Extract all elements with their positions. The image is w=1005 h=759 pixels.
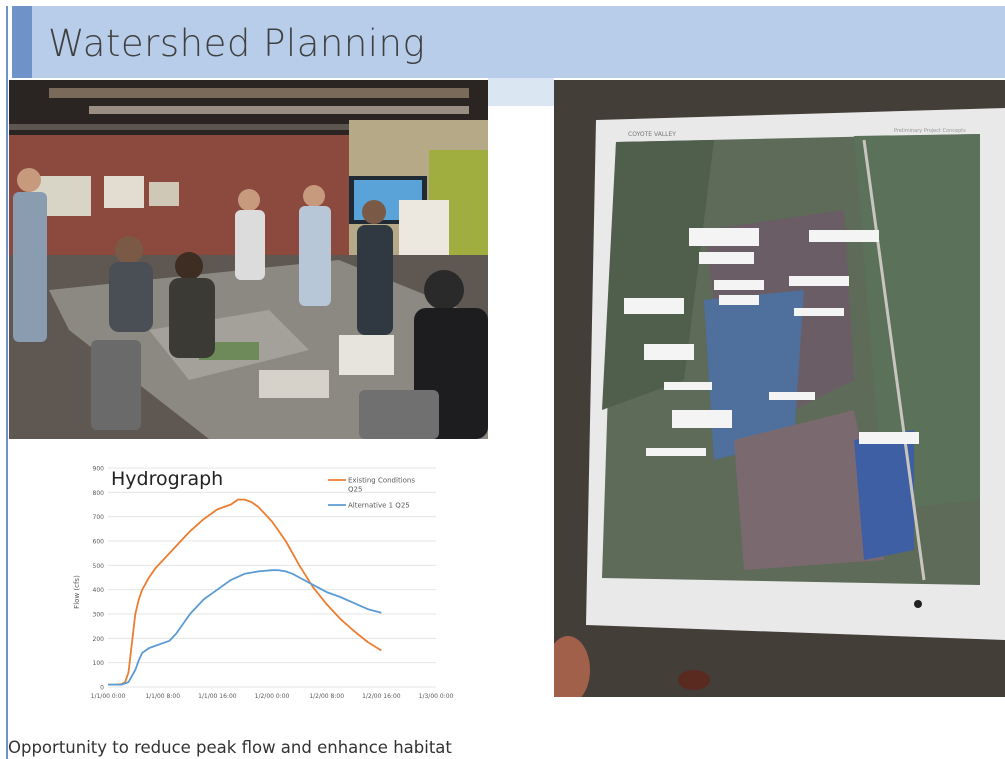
x-tick-labels: 1/1/00 0:00 1/1/00 8:00 1/1/00 16:00 1/2/00… bbox=[91, 693, 454, 700]
legend-label: Existing Conditions Q25 bbox=[348, 477, 415, 494]
chart-legend: Existing Conditions Q25 Alternative 1 Q25 bbox=[328, 477, 415, 510]
series-line-2 bbox=[108, 569, 382, 686]
y-axis-label: Flow (cfs) bbox=[73, 575, 81, 609]
title-bar-stub bbox=[488, 78, 554, 106]
x-tick-label: 1/2/00 16:00 bbox=[362, 693, 401, 700]
x-tick-label: 1/1/00 0:00 bbox=[91, 693, 126, 700]
y-tick-label: 700 bbox=[93, 514, 105, 521]
y-tick-label: 400 bbox=[93, 587, 105, 594]
y-tick-label: 100 bbox=[93, 660, 105, 667]
hydrograph-chart: 0 100 200 300 400 500 600 700 800 900 1/1/00 0:00… bbox=[66, 458, 458, 710]
map-header: COYOTE VALLEY bbox=[628, 131, 676, 138]
y-tick-label: 300 bbox=[93, 612, 105, 619]
y-tick-labels: 0 100 200 300 400 500 600 700 800 900 bbox=[93, 466, 105, 692]
series-line-1 bbox=[108, 498, 382, 686]
y-tick-label: 0 bbox=[100, 685, 104, 692]
slide-left-rule bbox=[6, 6, 8, 759]
y-tick-label: 500 bbox=[93, 563, 105, 570]
chart-series bbox=[108, 498, 382, 686]
slide-title: Watershed Planning bbox=[48, 22, 426, 65]
x-tick-label: 1/1/00 16:00 bbox=[198, 693, 237, 700]
slide-caption: Opportunity to reduce peak flow and enha… bbox=[8, 738, 452, 757]
x-tick-label: 1/2/00 0:00 bbox=[255, 693, 290, 700]
hydrograph-svg: 0 100 200 300 400 500 600 700 800 900 1/1/00 0:00… bbox=[73, 466, 454, 701]
y-tick-label: 900 bbox=[93, 466, 105, 473]
title-accent bbox=[12, 6, 32, 78]
y-tick-label: 200 bbox=[93, 636, 105, 643]
x-tick-label: 1/1/00 8:00 bbox=[145, 693, 180, 700]
map-header-right: Preliminary Project Concepts bbox=[894, 128, 966, 134]
legend-label: Alternative 1 Q25 bbox=[348, 502, 410, 510]
chart-title: Hydrograph bbox=[111, 468, 223, 490]
map-photo: COYOTE VALLEY Preliminary Project Concep… bbox=[554, 80, 1005, 697]
meeting-photo-illustration bbox=[9, 80, 488, 439]
y-tick-label: 800 bbox=[93, 490, 105, 497]
slide: Watershed Planning COYOTE VALLEY Prelimi… bbox=[0, 0, 1005, 759]
meeting-photo bbox=[9, 80, 488, 439]
x-tick-label: 1/2/00 8:00 bbox=[309, 693, 344, 700]
y-tick-label: 600 bbox=[93, 539, 105, 546]
x-tick-label: 1/3/00 0:00 bbox=[419, 693, 454, 700]
map-photo-illustration: COYOTE VALLEY Preliminary Project Concep… bbox=[554, 80, 1005, 697]
